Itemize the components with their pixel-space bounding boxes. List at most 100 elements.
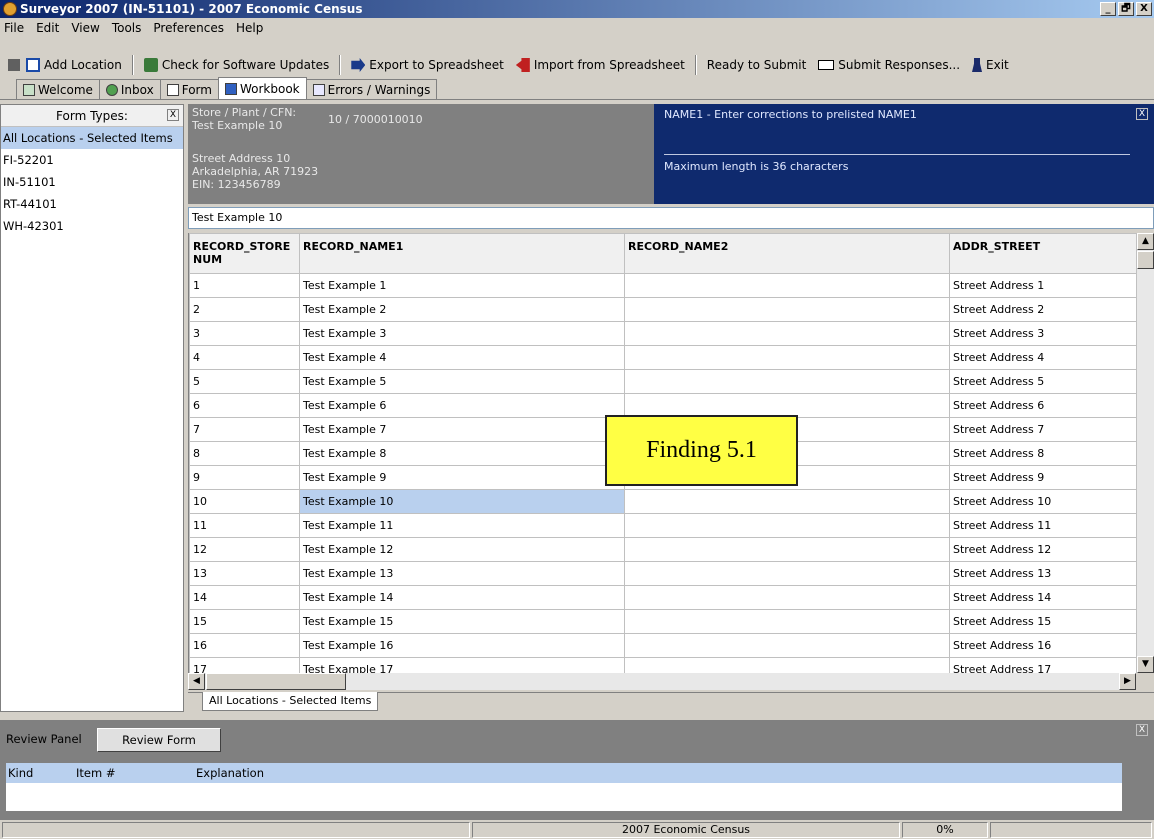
table-cell[interactable]: Street Address 1 <box>949 273 1136 298</box>
table-cell[interactable]: Test Example 17 <box>299 657 625 673</box>
table-cell[interactable]: Test Example 1 <box>299 273 625 298</box>
table-cell[interactable]: Street Address 17 <box>949 657 1136 673</box>
tab-form[interactable]: Form <box>159 79 219 99</box>
table-cell[interactable]: 6 <box>189 393 300 418</box>
form-type-item[interactable]: WH-42301 <box>1 215 183 237</box>
table-cell[interactable]: 10 <box>189 489 300 514</box>
table-cell[interactable] <box>624 513 950 538</box>
table-cell[interactable]: Street Address 16 <box>949 633 1136 658</box>
sheet-tab-all-locations[interactable]: All Locations - Selected Items <box>202 692 379 711</box>
table-cell[interactable]: Street Address 2 <box>949 297 1136 322</box>
menu-help[interactable]: Help <box>236 21 263 35</box>
table-cell[interactable]: 4 <box>189 345 300 370</box>
table-cell[interactable]: 8 <box>189 441 300 466</box>
menu-file[interactable]: File <box>4 21 24 35</box>
table-cell[interactable]: 15 <box>189 609 300 634</box>
table-cell[interactable]: Test Example 12 <box>299 537 625 562</box>
check-updates-button[interactable]: Check for Software Updates <box>138 58 335 72</box>
scroll-thumb[interactable] <box>1137 251 1154 269</box>
scroll-thumb[interactable] <box>206 673 346 690</box>
close-icon[interactable]: X <box>1136 108 1148 120</box>
table-cell[interactable] <box>624 369 950 394</box>
export-spreadsheet-button[interactable]: Export to Spreadsheet <box>345 58 510 72</box>
scroll-up-icon[interactable]: ▲ <box>1137 233 1154 250</box>
import-spreadsheet-button[interactable]: Import from Spreadsheet <box>510 58 691 72</box>
table-cell[interactable]: 17 <box>189 657 300 673</box>
table-cell[interactable]: Test Example 11 <box>299 513 625 538</box>
table-cell[interactable]: Street Address 8 <box>949 441 1136 466</box>
column-header[interactable]: RECORD_NAME2 <box>624 233 950 274</box>
table-cell[interactable] <box>624 657 950 673</box>
scroll-right-icon[interactable]: ▶ <box>1119 673 1136 690</box>
close-icon[interactable]: X <box>167 109 179 121</box>
horizontal-scrollbar[interactable]: ◀ ▶ <box>188 673 1136 690</box>
table-cell[interactable]: 7 <box>189 417 300 442</box>
table-cell[interactable]: Street Address 9 <box>949 465 1136 490</box>
table-cell[interactable]: Test Example 4 <box>299 345 625 370</box>
scroll-down-icon[interactable]: ▼ <box>1137 656 1154 673</box>
table-cell[interactable]: Test Example 14 <box>299 585 625 610</box>
table-cell[interactable]: Street Address 12 <box>949 537 1136 562</box>
table-cell[interactable]: Test Example 2 <box>299 297 625 322</box>
table-cell[interactable] <box>624 537 950 562</box>
scroll-left-icon[interactable]: ◀ <box>188 673 205 690</box>
table-cell[interactable]: Test Example 6 <box>299 393 625 418</box>
table-cell[interactable] <box>624 273 950 298</box>
menu-edit[interactable]: Edit <box>36 21 59 35</box>
table-cell[interactable]: 1 <box>189 273 300 298</box>
form-type-item[interactable]: RT-44101 <box>1 193 183 215</box>
table-cell[interactable] <box>624 633 950 658</box>
table-cell[interactable]: Test Example 13 <box>299 561 625 586</box>
close-button[interactable]: X <box>1136 2 1152 16</box>
table-cell[interactable] <box>624 489 950 514</box>
table-cell[interactable]: 11 <box>189 513 300 538</box>
table-cell[interactable]: Test Example 8 <box>299 441 625 466</box>
table-cell[interactable] <box>624 585 950 610</box>
table-cell[interactable]: Street Address 3 <box>949 321 1136 346</box>
table-cell[interactable]: Test Example 16 <box>299 633 625 658</box>
submit-responses-button[interactable]: Submit Responses... <box>812 58 966 72</box>
menu-preferences[interactable]: Preferences <box>153 21 224 35</box>
table-cell[interactable]: Street Address 14 <box>949 585 1136 610</box>
table-cell[interactable]: Test Example 15 <box>299 609 625 634</box>
table-cell[interactable] <box>624 609 950 634</box>
table-cell[interactable]: 14 <box>189 585 300 610</box>
column-header[interactable]: ADDR_STREET <box>949 233 1136 274</box>
column-header-item[interactable]: Item # <box>76 763 115 783</box>
table-cell[interactable]: Street Address 10 <box>949 489 1136 514</box>
table-cell[interactable]: 12 <box>189 537 300 562</box>
tab-welcome[interactable]: Welcome <box>16 79 100 99</box>
table-cell[interactable]: Street Address 6 <box>949 393 1136 418</box>
table-cell[interactable]: Street Address 15 <box>949 609 1136 634</box>
form-type-item[interactable]: IN-51101 <box>1 171 183 193</box>
table-cell[interactable]: Test Example 10 <box>299 489 625 514</box>
tab-inbox[interactable]: Inbox <box>98 79 161 99</box>
table-cell[interactable]: 13 <box>189 561 300 586</box>
table-cell[interactable]: Street Address 7 <box>949 417 1136 442</box>
table-cell[interactable] <box>624 297 950 322</box>
menu-tools[interactable]: Tools <box>112 21 142 35</box>
table-cell[interactable]: 5 <box>189 369 300 394</box>
column-header[interactable]: RECORD_STORE NUM <box>189 233 300 274</box>
column-header-kind[interactable]: Kind <box>8 763 33 783</box>
column-header-explanation[interactable]: Explanation <box>196 763 264 783</box>
ready-to-submit-button[interactable]: Ready to Submit <box>701 58 813 72</box>
minimize-button[interactable]: _ <box>1100 2 1116 16</box>
close-icon[interactable]: X <box>1136 724 1148 736</box>
table-cell[interactable]: 9 <box>189 465 300 490</box>
menu-view[interactable]: View <box>71 21 99 35</box>
review-form-button[interactable]: Review Form <box>97 728 221 752</box>
table-cell[interactable] <box>624 393 950 418</box>
table-cell[interactable]: Street Address 4 <box>949 345 1136 370</box>
column-header[interactable]: RECORD_NAME1 <box>299 233 625 274</box>
table-cell[interactable] <box>624 321 950 346</box>
table-cell[interactable] <box>624 345 950 370</box>
table-cell[interactable]: 2 <box>189 297 300 322</box>
maximize-button[interactable]: 🗗 <box>1118 2 1134 16</box>
table-cell[interactable]: Street Address 11 <box>949 513 1136 538</box>
table-cell[interactable]: 16 <box>189 633 300 658</box>
form-type-item[interactable]: All Locations - Selected Items <box>1 127 183 149</box>
vertical-scrollbar[interactable]: ▲ ▼ <box>1136 233 1154 673</box>
table-cell[interactable]: Test Example 7 <box>299 417 625 442</box>
cell-edit-field[interactable]: Test Example 10 <box>188 207 1154 229</box>
